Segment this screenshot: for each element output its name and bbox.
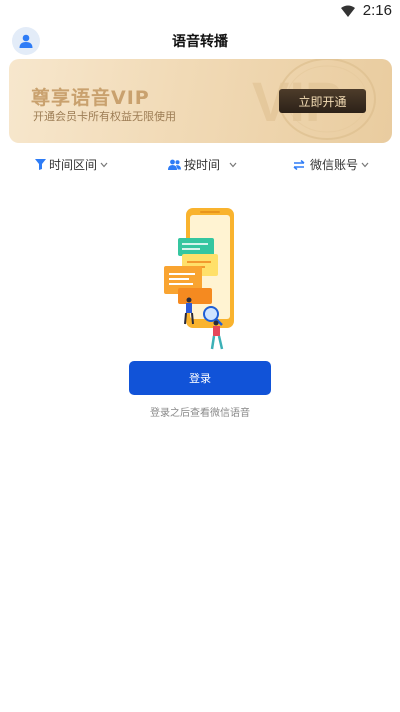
swap-icon [293,159,305,170]
users-icon [168,159,181,170]
funnel-icon [35,159,46,170]
page-title: 语音转播 [172,34,228,50]
wechat-account-filter[interactable]: 微信账号 [293,156,369,173]
vip-title: 尊享语音VIP [31,87,150,109]
vip-banner[interactable]: VIP 尊享语音VIP 开通会员卡所有权益无限使用 立即开通 [9,59,392,143]
status-time: 2:16 [362,2,392,19]
login-button[interactable]: 登录 [129,361,271,395]
status-bar: 2:16 [0,0,400,24]
by-time-filter[interactable]: 按时间 [168,156,237,173]
wifi-icon [341,5,355,17]
by-time-label: 按时间 [184,158,221,172]
time-range-filter[interactable]: 时间区间 [35,156,108,173]
empty-state-illustration [164,208,234,350]
login-hint: 登录之后查看微信语音 [150,408,250,419]
open-vip-button[interactable]: 立即开通 [279,89,366,113]
filter-bar: 时间区间 按时间 微信账号 [0,152,400,176]
chevron-down-icon [229,162,237,167]
top-bar: 语音转播 [0,24,400,58]
time-range-label: 时间区间 [49,158,98,172]
vip-subtitle: 开通会员卡所有权益无限使用 [33,110,176,123]
chevron-down-icon [361,162,369,167]
wechat-account-label: 微信账号 [310,158,359,172]
chevron-down-icon [100,162,108,167]
